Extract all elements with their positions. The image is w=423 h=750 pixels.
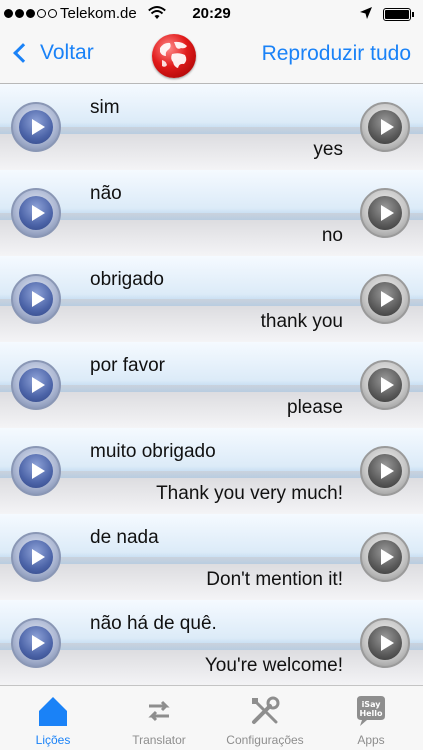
play-source-button[interactable] (11, 274, 61, 324)
play-icon (32, 635, 45, 651)
globe-logo-icon (152, 34, 196, 78)
source-phrase: por favor (90, 355, 165, 376)
navigation-bar: Voltar Reproduzir tudo (0, 28, 423, 84)
back-button[interactable]: Voltar (10, 41, 94, 65)
target-phrase: no (321, 225, 343, 246)
tab-label: Lições (35, 733, 71, 747)
play-icon (381, 119, 394, 135)
play-icon (32, 377, 45, 393)
play-source-button[interactable] (11, 532, 61, 582)
play-icon (32, 119, 45, 135)
isayhello-apps-icon: iSay Hello (357, 696, 385, 726)
target-phrase: thank you (260, 311, 343, 332)
phrase-row[interactable]: por favor please (0, 342, 423, 428)
play-target-button[interactable] (360, 618, 410, 668)
tab-bar: Lições Translator Configurações iSay Hel… (0, 685, 423, 750)
target-phrase: please (287, 397, 343, 418)
play-icon (32, 291, 45, 307)
tab-apps[interactable]: iSay Hello Apps (318, 686, 423, 750)
phrase-row[interactable]: de nada Don't mention it! (0, 514, 423, 600)
phrase-list: sim yes não no obrigado thank you por favor ple… (0, 84, 423, 686)
play-target-button[interactable] (360, 274, 410, 324)
battery-icon (383, 8, 414, 21)
phrase-row[interactable]: não no (0, 170, 423, 256)
phrase-row[interactable]: muito obrigado Thank you very much! (0, 428, 423, 514)
tools-icon (252, 696, 280, 724)
play-source-button[interactable] (11, 360, 61, 410)
play-icon (381, 205, 394, 221)
target-phrase: yes (313, 139, 343, 160)
tab-licoes[interactable]: Lições (0, 686, 106, 750)
play-icon (381, 291, 394, 307)
play-icon (32, 205, 45, 221)
target-phrase: You're welcome! (204, 655, 343, 676)
play-icon (381, 635, 394, 651)
tab-label: Translator (132, 733, 186, 747)
home-icon (39, 697, 67, 726)
back-label: Voltar (40, 41, 94, 64)
play-target-button[interactable] (360, 102, 410, 152)
play-source-button[interactable] (11, 446, 61, 496)
chevron-left-icon (13, 43, 33, 63)
target-phrase: Thank you very much! (156, 483, 343, 504)
play-target-button[interactable] (360, 532, 410, 582)
play-target-button[interactable] (360, 360, 410, 410)
play-icon (32, 463, 45, 479)
source-phrase: obrigado (90, 269, 164, 290)
svg-text:Hello: Hello (359, 709, 383, 718)
play-icon (381, 463, 394, 479)
play-icon (381, 377, 394, 393)
play-all-button[interactable]: Reproduzir tudo (262, 42, 411, 66)
phrase-row[interactable]: não há de quê. You're welcome! (0, 600, 423, 686)
play-source-button[interactable] (11, 618, 61, 668)
play-target-button[interactable] (360, 446, 410, 496)
tab-label: Configurações (226, 733, 304, 747)
source-phrase: de nada (90, 527, 159, 548)
svg-text:iSay: iSay (362, 700, 382, 709)
source-phrase: sim (90, 97, 120, 118)
phrase-row[interactable]: obrigado thank you (0, 256, 423, 342)
tab-configuracoes[interactable]: Configurações (212, 686, 318, 750)
source-phrase: não há de quê. (90, 613, 217, 634)
play-icon (32, 549, 45, 565)
source-phrase: não (90, 183, 122, 204)
phrase-row[interactable]: sim yes (0, 84, 423, 170)
play-target-button[interactable] (360, 188, 410, 238)
tab-label: Apps (357, 733, 385, 747)
target-phrase: Don't mention it! (206, 569, 343, 590)
location-arrow-icon (360, 7, 372, 19)
play-source-button[interactable] (11, 102, 61, 152)
swap-arrows-icon (148, 700, 170, 722)
play-icon (381, 549, 394, 565)
play-source-button[interactable] (11, 188, 61, 238)
status-bar: Telekom.de 20:29 (0, 0, 423, 28)
tab-translator[interactable]: Translator (106, 686, 212, 750)
source-phrase: muito obrigado (90, 441, 216, 462)
